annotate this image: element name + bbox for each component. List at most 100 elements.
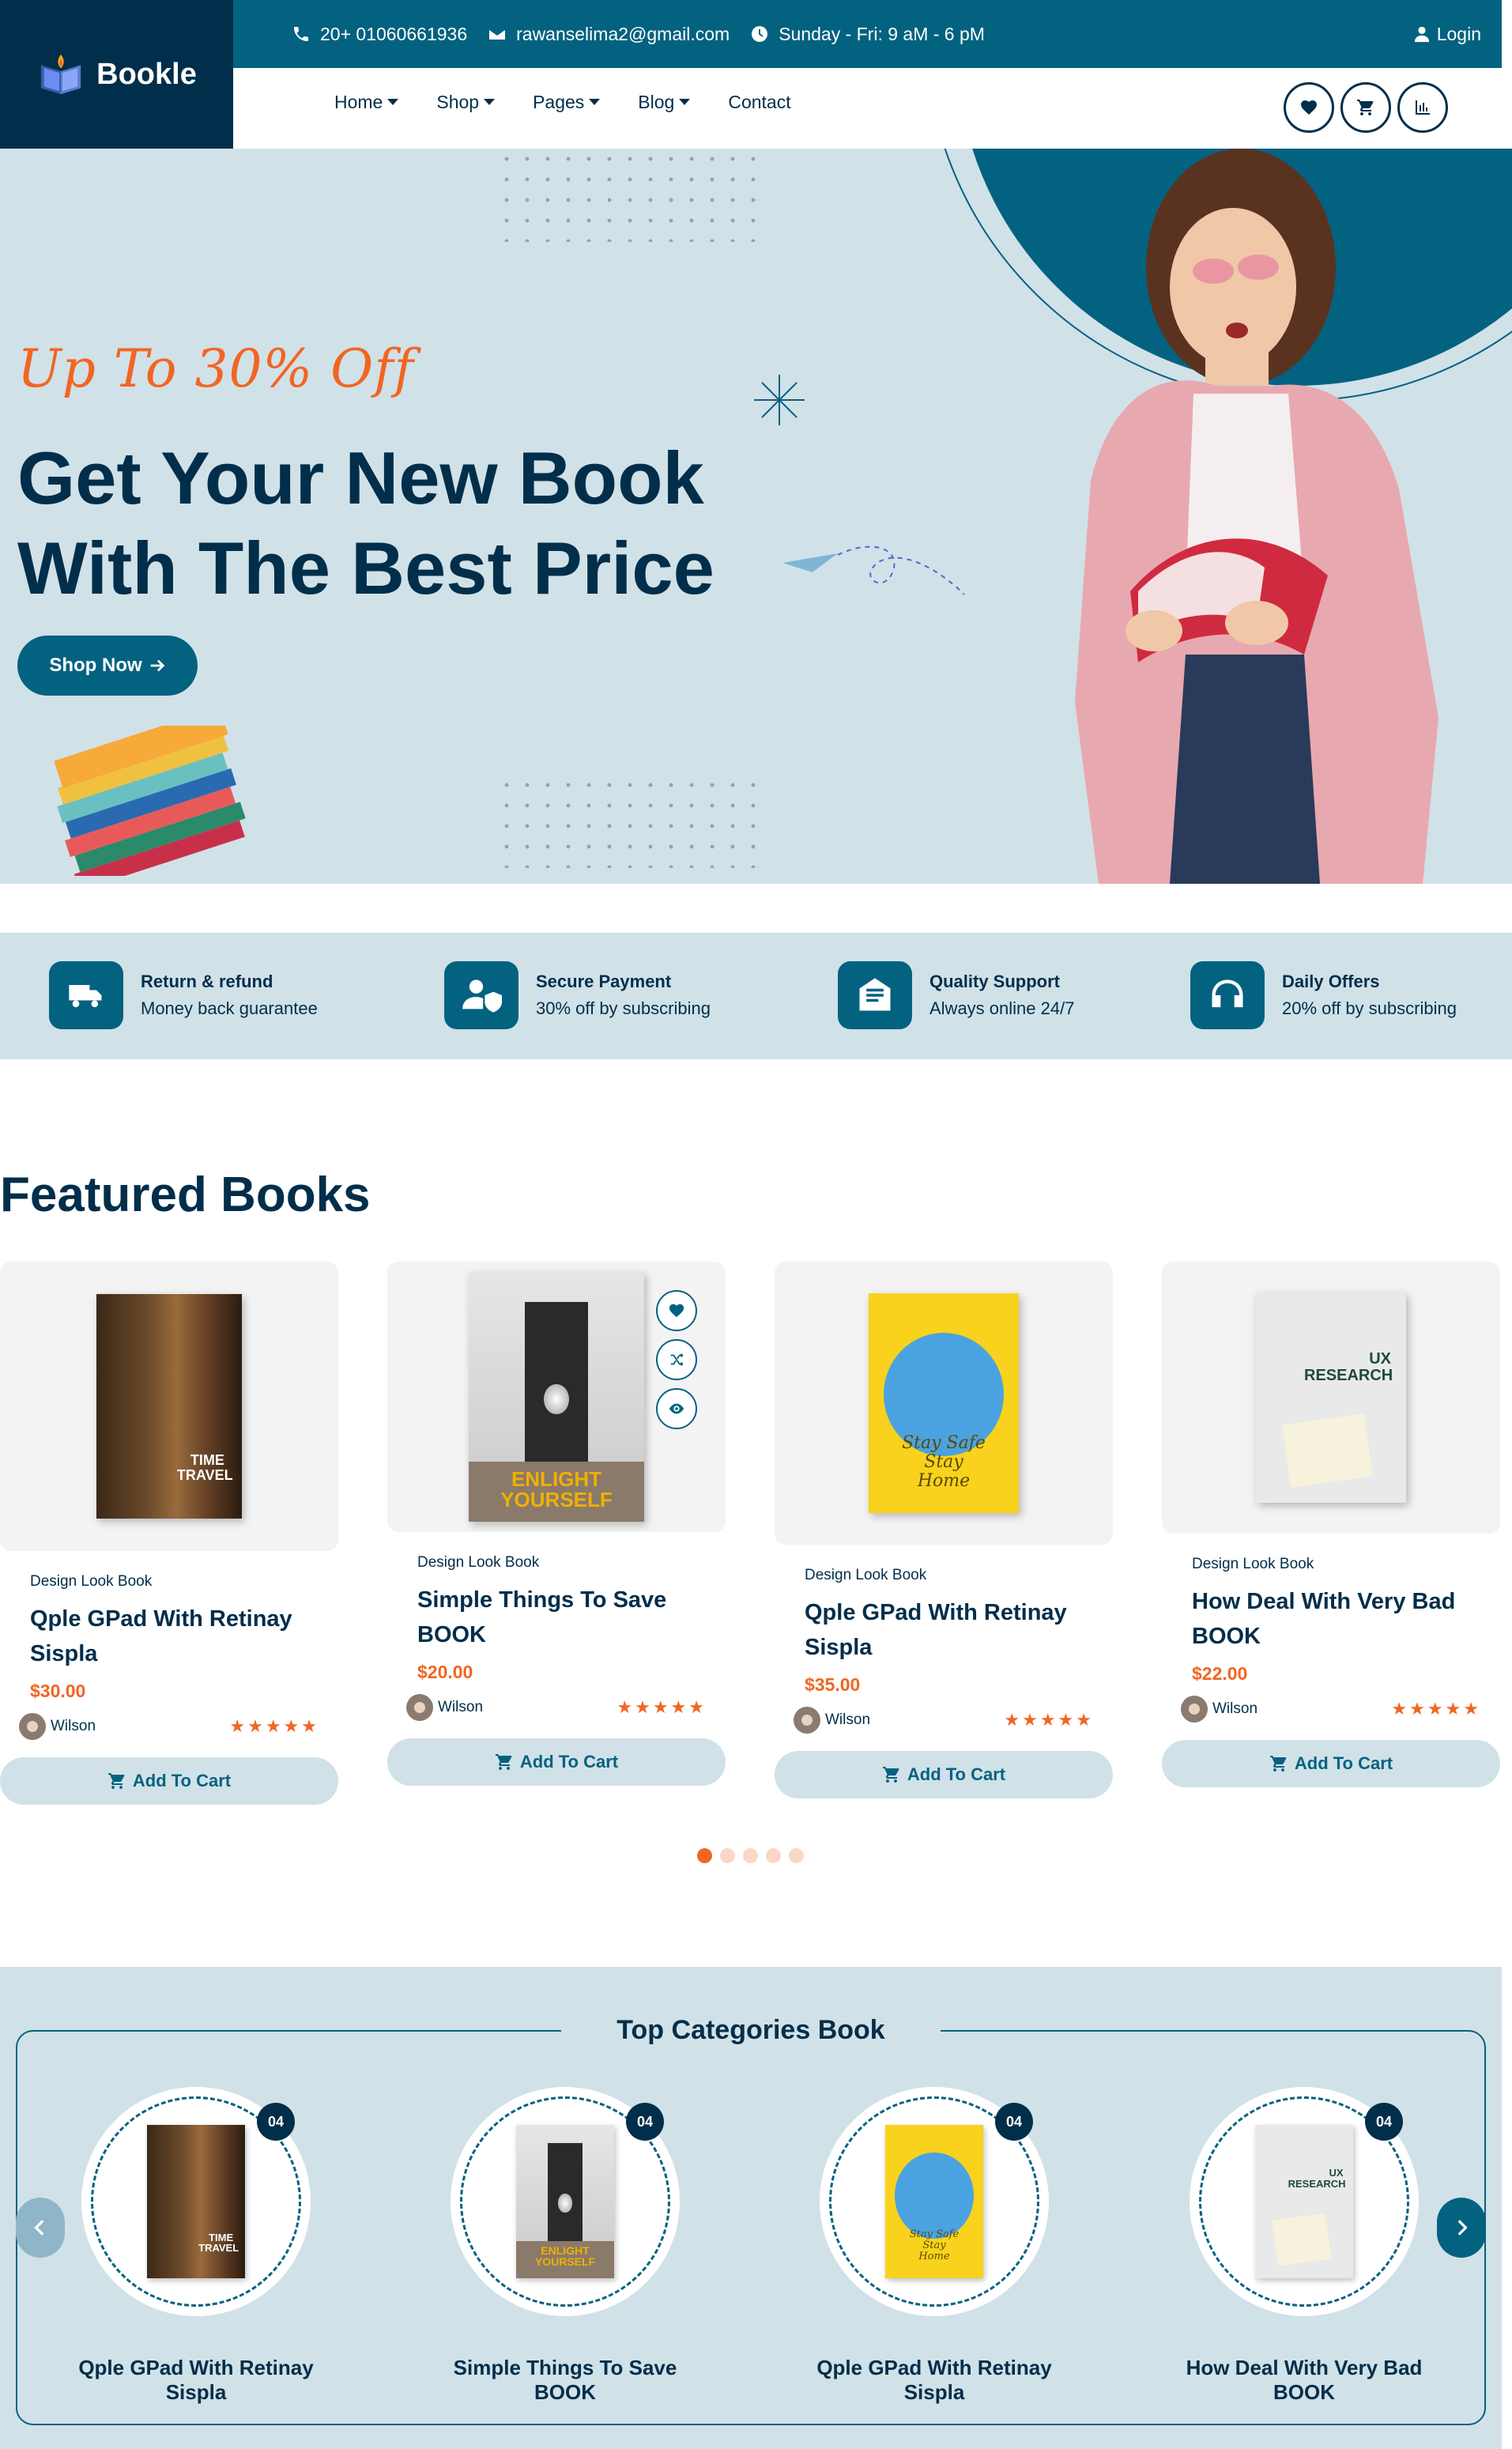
shuffle-icon: [670, 1353, 684, 1366]
featured-books-title: Featured Books: [0, 1168, 371, 1222]
hours-text: Sunday - Fri: 9 aM - 6 pM: [779, 23, 985, 44]
feature-quality-support: Quality Support Always online 24/7: [838, 961, 1074, 1029]
add-to-cart-button[interactable]: Add To Cart: [387, 1738, 726, 1786]
category-item[interactable]: TIME TRAVEL 04 Qple GPad With Retinay Si…: [54, 2087, 338, 2405]
book-title[interactable]: Simple Things To Save BOOK: [417, 1583, 702, 1652]
nav-item-home[interactable]: Home: [334, 91, 399, 113]
pager-dot[interactable]: [766, 1848, 781, 1863]
cart-icon: [495, 1754, 512, 1770]
categories-title-wrap: Top Categories Book: [561, 2008, 941, 2052]
features-strip: Return & refund Money back guarantee Sec…: [0, 933, 1512, 1059]
star-rating: ★★★★★: [616, 1697, 707, 1717]
shop-now-button[interactable]: Shop Now: [17, 636, 198, 696]
category-circle[interactable]: Stay Safe Stay Home 04: [820, 2087, 1049, 2316]
pager-dot[interactable]: [743, 1848, 758, 1863]
add-to-cart-button[interactable]: Add To Cart: [0, 1757, 338, 1805]
cart-icon: [1357, 100, 1374, 115]
category-name[interactable]: Qple GPad With Retinay Sispla: [792, 2356, 1076, 2405]
cart-button[interactable]: [1340, 82, 1391, 133]
categories-title: Top Categories Book: [616, 2014, 885, 2045]
nav-label: Blog: [638, 91, 675, 112]
category-name[interactable]: Simple Things To Save BOOK: [423, 2356, 707, 2405]
category-item[interactable]: ENLIGHT YOURSELF 04 Simple Things To Sav…: [423, 2087, 707, 2405]
author-name: Wilson: [825, 1711, 871, 1728]
login-link[interactable]: Login: [1413, 0, 1481, 68]
book-card[interactable]: Stay Safe Stay Home Design Look Book Qpl…: [775, 1262, 1113, 1798]
clock-icon: [752, 26, 768, 42]
nav-menu: Home Shop Pages Blog Contact: [334, 68, 791, 136]
book-title[interactable]: How Deal With Very Bad BOOK: [1192, 1584, 1476, 1654]
category-item[interactable]: UX RESEARCH 04 How Deal With Very Bad BO…: [1162, 2087, 1446, 2405]
pager-dot[interactable]: [789, 1848, 804, 1863]
brand-logo[interactable]: Bookle: [0, 0, 233, 149]
cover-text: Stay Safe Stay Home: [909, 2228, 960, 2263]
card-quick-actions: [656, 1290, 697, 1429]
mail-support-icon: [859, 978, 891, 1011]
phone-info[interactable]: 20+ 01060661936: [292, 24, 467, 45]
avatar: [794, 1707, 820, 1734]
book-card-image[interactable]: TIME TRAVEL: [0, 1262, 338, 1551]
add-to-cart-label: Add To Cart: [907, 1764, 1006, 1784]
nav-item-pages[interactable]: Pages: [533, 92, 601, 113]
heart-icon: [669, 1304, 684, 1318]
feature-desc: Money back guarantee: [141, 998, 318, 1018]
book-title[interactable]: Qple GPad With Retinay Sispla: [30, 1602, 315, 1671]
book-category: Design Look Book: [805, 1567, 927, 1583]
hero-banner: Up To 30% Off Get Your New Book With The…: [0, 149, 1512, 884]
book-card-image[interactable]: ENLIGHT YOURSELF: [387, 1262, 726, 1532]
feature-return-refund: Return & refund Money back guarantee: [49, 961, 318, 1029]
cover-note: [1281, 1413, 1373, 1488]
phone-icon: [294, 27, 308, 41]
category-circle[interactable]: UX RESEARCH 04: [1190, 2087, 1419, 2316]
nav-item-shop[interactable]: Shop: [436, 92, 496, 113]
book-card-image[interactable]: UX RESEARCH: [1162, 1262, 1500, 1534]
feature-desc: 20% off by subscribing: [1282, 998, 1457, 1018]
compare-button[interactable]: [656, 1339, 697, 1380]
category-name[interactable]: Qple GPad With Retinay Sispla: [54, 2356, 338, 2405]
category-name[interactable]: How Deal With Very Bad BOOK: [1162, 2356, 1446, 2405]
add-to-cart-label: Add To Cart: [1294, 1753, 1393, 1773]
add-to-cart-button[interactable]: Add To Cart: [1162, 1740, 1500, 1787]
pager-dot[interactable]: [697, 1848, 712, 1863]
email-info[interactable]: rawanselima2@gmail.com: [488, 24, 730, 45]
header-actions: [1284, 82, 1448, 133]
dot-pattern-bottom: [496, 775, 764, 868]
cover-bulb: [544, 1384, 569, 1415]
brand-name: Bookle: [96, 57, 197, 91]
category-item[interactable]: Stay Safe Stay Home 04 Qple GPad With Re…: [792, 2087, 1076, 2405]
book-card[interactable]: ENLIGHT YOURSELF Design Look Book Simple…: [387, 1262, 726, 1786]
cover-text: TIME TRAVEL: [198, 2231, 239, 2255]
nav-item-contact[interactable]: Contact: [728, 92, 790, 113]
eye-icon: [669, 1403, 684, 1414]
wishlist-button[interactable]: [656, 1290, 697, 1331]
nav-label: Home: [334, 91, 383, 112]
category-circle[interactable]: TIME TRAVEL 04: [81, 2087, 311, 2316]
chart-button[interactable]: [1397, 82, 1448, 133]
quick-view-button[interactable]: [656, 1388, 697, 1429]
book-card[interactable]: TIME TRAVEL Design Look Book Qple GPad W…: [0, 1262, 338, 1805]
book-price: $20.00: [417, 1662, 473, 1682]
author: Wilson: [19, 1713, 96, 1740]
add-to-cart-button[interactable]: Add To Cart: [775, 1751, 1113, 1798]
login-label: Login: [1436, 23, 1481, 44]
pager-dot[interactable]: [720, 1848, 735, 1863]
chevron-right-icon: [1457, 2220, 1468, 2236]
secure-user-icon: [462, 979, 502, 1013]
cover-text: UX RESEARCH: [1288, 2167, 1346, 2190]
envelope-icon: [489, 28, 506, 40]
feature-text: Quality Support Always online 24/7: [929, 972, 1074, 1019]
star-rating: ★★★★★: [1391, 1699, 1481, 1719]
nav-item-blog[interactable]: Blog: [638, 91, 691, 113]
add-to-cart-label: Add To Cart: [132, 1771, 232, 1791]
wishlist-button[interactable]: [1284, 82, 1334, 133]
heart-icon: [1301, 100, 1317, 115]
book-card-image[interactable]: Stay Safe Stay Home: [775, 1262, 1113, 1545]
book-title[interactable]: Qple GPad With Retinay Sispla: [805, 1595, 1089, 1665]
book-card[interactable]: UX RESEARCH Design Look Book How Deal Wi…: [1162, 1262, 1500, 1787]
hours-info: Sunday - Fri: 9 aM - 6 pM: [750, 24, 985, 45]
category-circle[interactable]: ENLIGHT YOURSELF 04: [451, 2087, 680, 2316]
author: Wilson: [794, 1707, 870, 1734]
caret-down-icon: [484, 99, 496, 105]
cover-text: TIME TRAVEL: [176, 1451, 233, 1483]
book-price: $30.00: [30, 1681, 86, 1701]
